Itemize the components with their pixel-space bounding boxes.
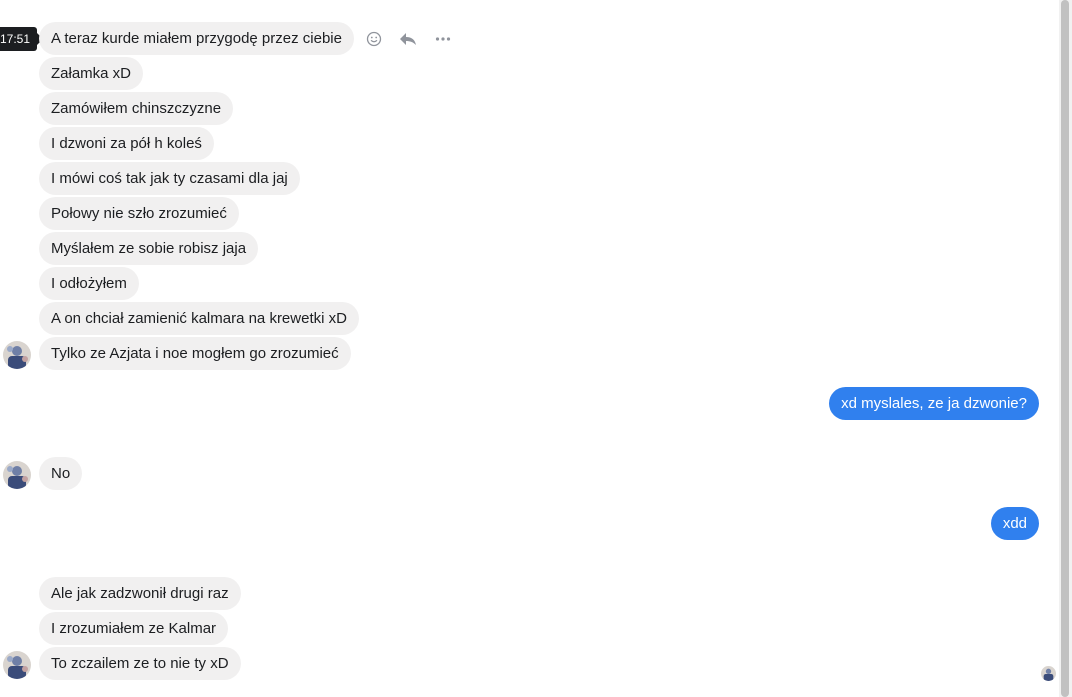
message-bubble-incoming[interactable]: Połowy nie szło zrozumieć [39,197,239,230]
message-time-tooltip: 17:51 [0,27,44,51]
avatar[interactable] [3,341,31,369]
message-bubble-incoming[interactable]: No [39,457,83,490]
message-bubble-incoming[interactable]: Zamówiłem chinszczyzne [39,92,234,125]
more-icon[interactable] [433,29,453,49]
scrollbar-thumb[interactable] [1061,0,1069,697]
message-bubble-incoming[interactable]: A teraz kurde miałem przygodę przez cieb… [39,22,354,55]
message-bubble-outgoing[interactable]: xdd [990,507,1039,540]
scrollbar[interactable] [1059,0,1072,697]
seen-avatar-icon [1041,666,1056,681]
message-bubble-incoming[interactable]: Tylko ze Azjata i noe mogłem go zrozumie… [39,337,351,370]
avatar[interactable] [3,651,31,679]
avatar[interactable] [3,461,31,489]
message-time-label: 17:51 [0,32,31,46]
message-bubble-incoming[interactable]: I dzwoni za pół h koleś [39,127,214,160]
message-bubble-outgoing[interactable]: xd myslales, ze ja dzwonie? [829,387,1039,420]
message-bubble-incoming[interactable]: I zrozumiałem ze Kalmar [39,612,229,645]
message-bubble-incoming[interactable]: I odłożyłem [39,267,139,300]
smiley-icon[interactable] [364,29,384,49]
message-bubble-incoming[interactable]: I mówi coś tak jak ty czasami dla jaj [39,162,300,195]
message-bubble-incoming[interactable]: A on chciał zamienić kalmara na krewetki… [39,302,359,335]
message-bubble-incoming[interactable]: Załamka xD [39,57,144,90]
message-bubble-incoming[interactable]: Ale jak zadzwonił drugi raz [39,577,241,610]
reply-icon[interactable] [398,29,418,49]
message-bubble-incoming[interactable]: To zczailem ze to nie ty xD [39,647,241,680]
message-bubble-incoming[interactable]: Myślałem ze sobie robisz jaja [39,232,259,265]
